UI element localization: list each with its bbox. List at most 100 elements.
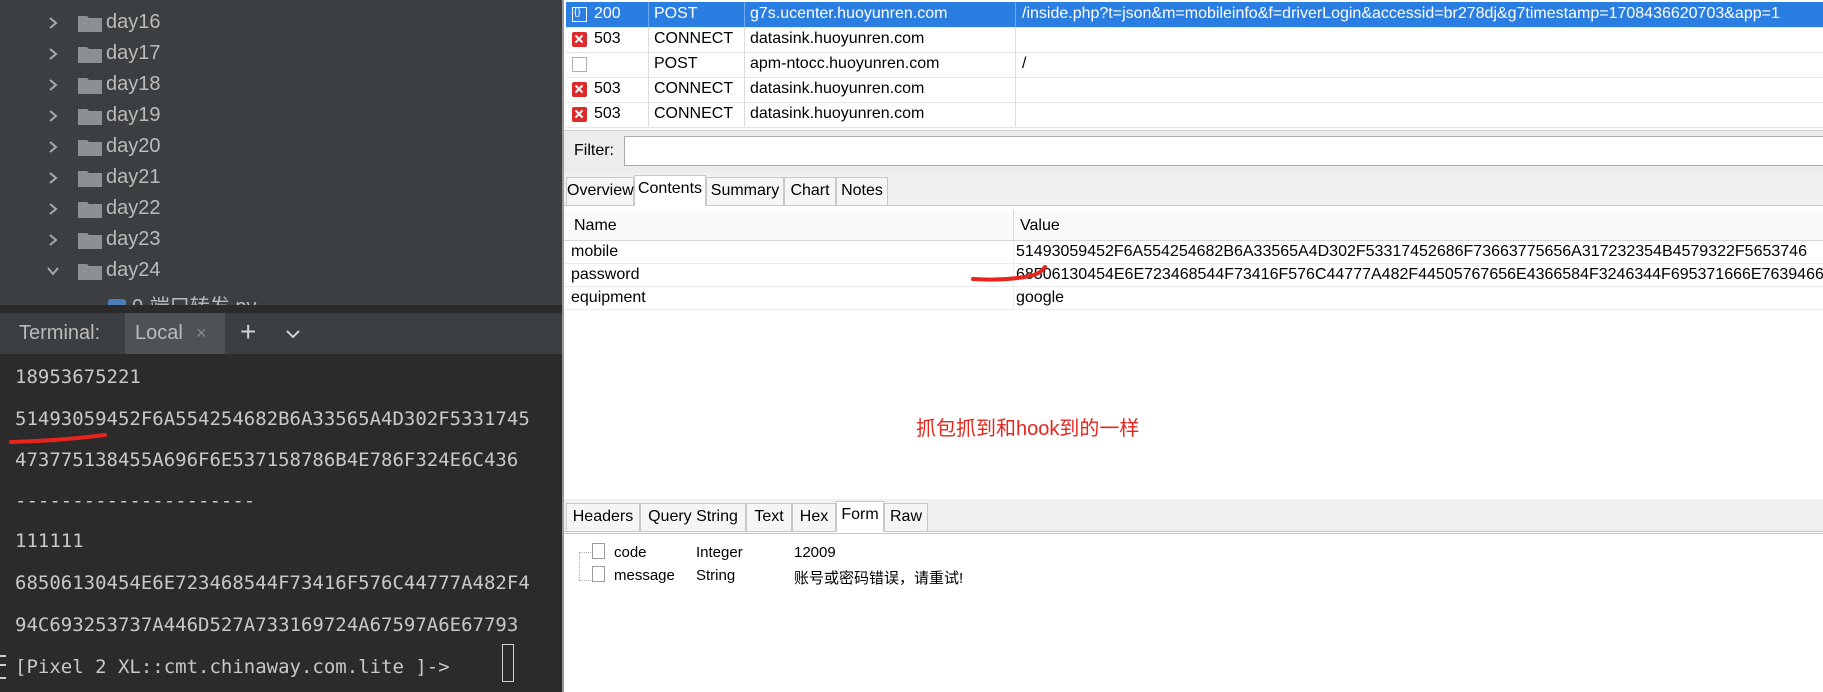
terminal-prompt: [Pixel 2 XL::cmt.chinaway.com.lite ]-> xyxy=(15,656,450,678)
terminal-line: 68506130454E6E723468544F73416F576C44777A… xyxy=(15,572,530,594)
tree-folder-day23[interactable]: day23 xyxy=(0,224,562,255)
tab-overview[interactable]: Overview xyxy=(566,177,634,205)
request-host: datasink.huoyunren.com xyxy=(750,30,925,47)
tab-label: Summary xyxy=(710,182,780,199)
chevron-right-icon[interactable] xyxy=(46,202,60,216)
tree-folder-day16[interactable]: day16 xyxy=(0,7,562,38)
chevron-right-icon[interactable] xyxy=(46,171,60,185)
folder-icon xyxy=(78,170,102,187)
request-method: POST xyxy=(654,55,698,72)
request-row[interactable]: 503 CONNECT datasink.huoyunren.com xyxy=(566,27,1823,53)
tab-chart[interactable]: Chart xyxy=(784,177,836,205)
tree-folder-day24[interactable]: day24 xyxy=(0,255,562,286)
new-tab-button[interactable]: + xyxy=(240,316,256,348)
tree-folder-label: day17 xyxy=(106,42,161,64)
tree-folder-label: day16 xyxy=(106,11,161,33)
terminal-tab-local[interactable]: Local xyxy=(125,313,225,355)
chevron-down-icon[interactable] xyxy=(46,264,60,278)
chevron-down-icon[interactable] xyxy=(284,325,302,343)
red-underline-mark xyxy=(971,265,1047,282)
terminal-output[interactable]: 18953675221 51493059452F6A554254682B6A33… xyxy=(0,354,562,692)
chevron-right-icon[interactable] xyxy=(46,233,60,247)
request-row[interactable]: 503 CONNECT datasink.huoyunren.com xyxy=(566,102,1823,128)
annotation-text: 抓包抓到和hook到的一样 xyxy=(916,418,1140,440)
form-row[interactable]: message String 账号或密码错误，请重试! xyxy=(564,565,1823,587)
tree-folder-label: day22 xyxy=(106,197,161,219)
tab-raw[interactable]: Raw xyxy=(884,503,928,531)
request-host: g7s.ucenter.huoyunren.com xyxy=(750,5,948,22)
request-method: POST xyxy=(654,5,698,22)
folder-icon xyxy=(78,77,102,94)
tab-notes[interactable]: Notes xyxy=(836,177,888,205)
request-path: /inside.php?t=json&m=mobileinfo&f=driver… xyxy=(1022,5,1780,22)
document-icon xyxy=(592,543,605,559)
tree-file-label: 0-端口转发.py xyxy=(132,296,256,305)
form-value: 账号或密码错误，请重试! xyxy=(794,570,964,587)
param-row[interactable]: password 68506130454E6E723468544F73416F5… xyxy=(564,264,1823,287)
tree-folder-day17[interactable]: day17 xyxy=(0,38,562,69)
param-row[interactable]: equipment google xyxy=(564,287,1823,310)
tree-folder-day19[interactable]: day19 xyxy=(0,100,562,131)
tree-file-item[interactable]: 0-端口转发.py xyxy=(108,290,256,305)
folder-icon xyxy=(78,139,102,156)
filter-label: Filter: xyxy=(574,142,614,159)
tab-text[interactable]: Text xyxy=(746,503,792,531)
request-host: datasink.huoyunren.com xyxy=(750,80,925,97)
form-row[interactable]: code Integer 12009 xyxy=(564,542,1823,564)
request-path: / xyxy=(1022,55,1027,72)
tab-contents[interactable]: Contents xyxy=(634,175,706,206)
tab-query-string[interactable]: Query String xyxy=(640,503,746,531)
chevron-right-icon[interactable] xyxy=(46,47,60,61)
document-icon xyxy=(592,566,605,582)
tab-label: Raw xyxy=(889,508,922,525)
form-value: 12009 xyxy=(794,544,836,561)
form-type: Integer xyxy=(696,544,743,561)
tree-folder-day18[interactable]: day18 xyxy=(0,69,562,100)
tree-folder-day21[interactable]: day21 xyxy=(0,162,562,193)
request-host: datasink.huoyunren.com xyxy=(750,105,925,122)
terminal-line: 94C693253737A446D527A733169724A67597A6E6… xyxy=(15,614,519,636)
error-icon xyxy=(572,107,587,122)
form-key: code xyxy=(614,544,647,561)
request-row[interactable]: POST apm-ntocc.huoyunren.com / xyxy=(566,52,1823,78)
close-tab-icon[interactable]: × xyxy=(196,323,207,344)
tab-label: Text xyxy=(754,508,784,525)
response-form-panel: code Integer 12009 message String 账号或密码错… xyxy=(564,533,1823,692)
folder-icon xyxy=(78,108,102,125)
param-value: 68506130454E6E723468544F73416F576C44777A… xyxy=(1016,266,1823,283)
request-row[interactable]: 503 CONNECT datasink.huoyunren.com xyxy=(566,77,1823,103)
column-header-value[interactable]: Value xyxy=(1020,217,1060,235)
param-name: equipment xyxy=(571,289,646,306)
folder-icon xyxy=(78,15,102,32)
params-header: Name Value xyxy=(564,210,1823,241)
tab-headers[interactable]: Headers xyxy=(566,503,640,531)
tab-hex[interactable]: Hex xyxy=(792,503,836,531)
tab-form[interactable]: Form xyxy=(836,501,884,532)
folder-icon xyxy=(78,46,102,63)
request-status: 503 xyxy=(594,105,621,122)
red-underline-mark xyxy=(9,433,107,444)
chevron-right-icon[interactable] xyxy=(46,140,60,154)
tree-folder-day22[interactable]: day22 xyxy=(0,193,562,224)
chevron-right-icon[interactable] xyxy=(46,109,60,123)
error-icon xyxy=(572,32,587,47)
terminal-line: 111111 xyxy=(15,530,84,552)
filter-input[interactable] xyxy=(624,136,1823,166)
charles-panel: 200 POST g7s.ucenter.huoyunren.com /insi… xyxy=(562,0,1823,692)
param-row[interactable]: mobile 51493059452F6A554254682B6A33565A4… xyxy=(564,241,1823,264)
chevron-right-icon[interactable] xyxy=(46,16,60,30)
response-format-tabs: Headers Query String Text Hex Form Raw xyxy=(564,499,1823,532)
menu-icon xyxy=(0,655,6,679)
tab-label: Overview xyxy=(567,182,634,199)
tab-summary[interactable]: Summary xyxy=(706,177,784,205)
request-host: apm-ntocc.huoyunren.com xyxy=(750,55,940,72)
tab-label: Form xyxy=(841,506,879,523)
column-header-name[interactable]: Name xyxy=(574,217,617,235)
terminal-title: Terminal: xyxy=(19,322,101,344)
form-type: String xyxy=(696,567,736,584)
ide-panel: day16 day17 day18 day19 day20 day21 day2… xyxy=(0,0,562,692)
project-tree: day16 day17 day18 day19 day20 day21 day2… xyxy=(0,0,562,305)
chevron-right-icon[interactable] xyxy=(46,78,60,92)
tree-folder-day20[interactable]: day20 xyxy=(0,131,562,162)
request-row[interactable]: 200 POST g7s.ucenter.huoyunren.com /insi… xyxy=(566,2,1823,28)
